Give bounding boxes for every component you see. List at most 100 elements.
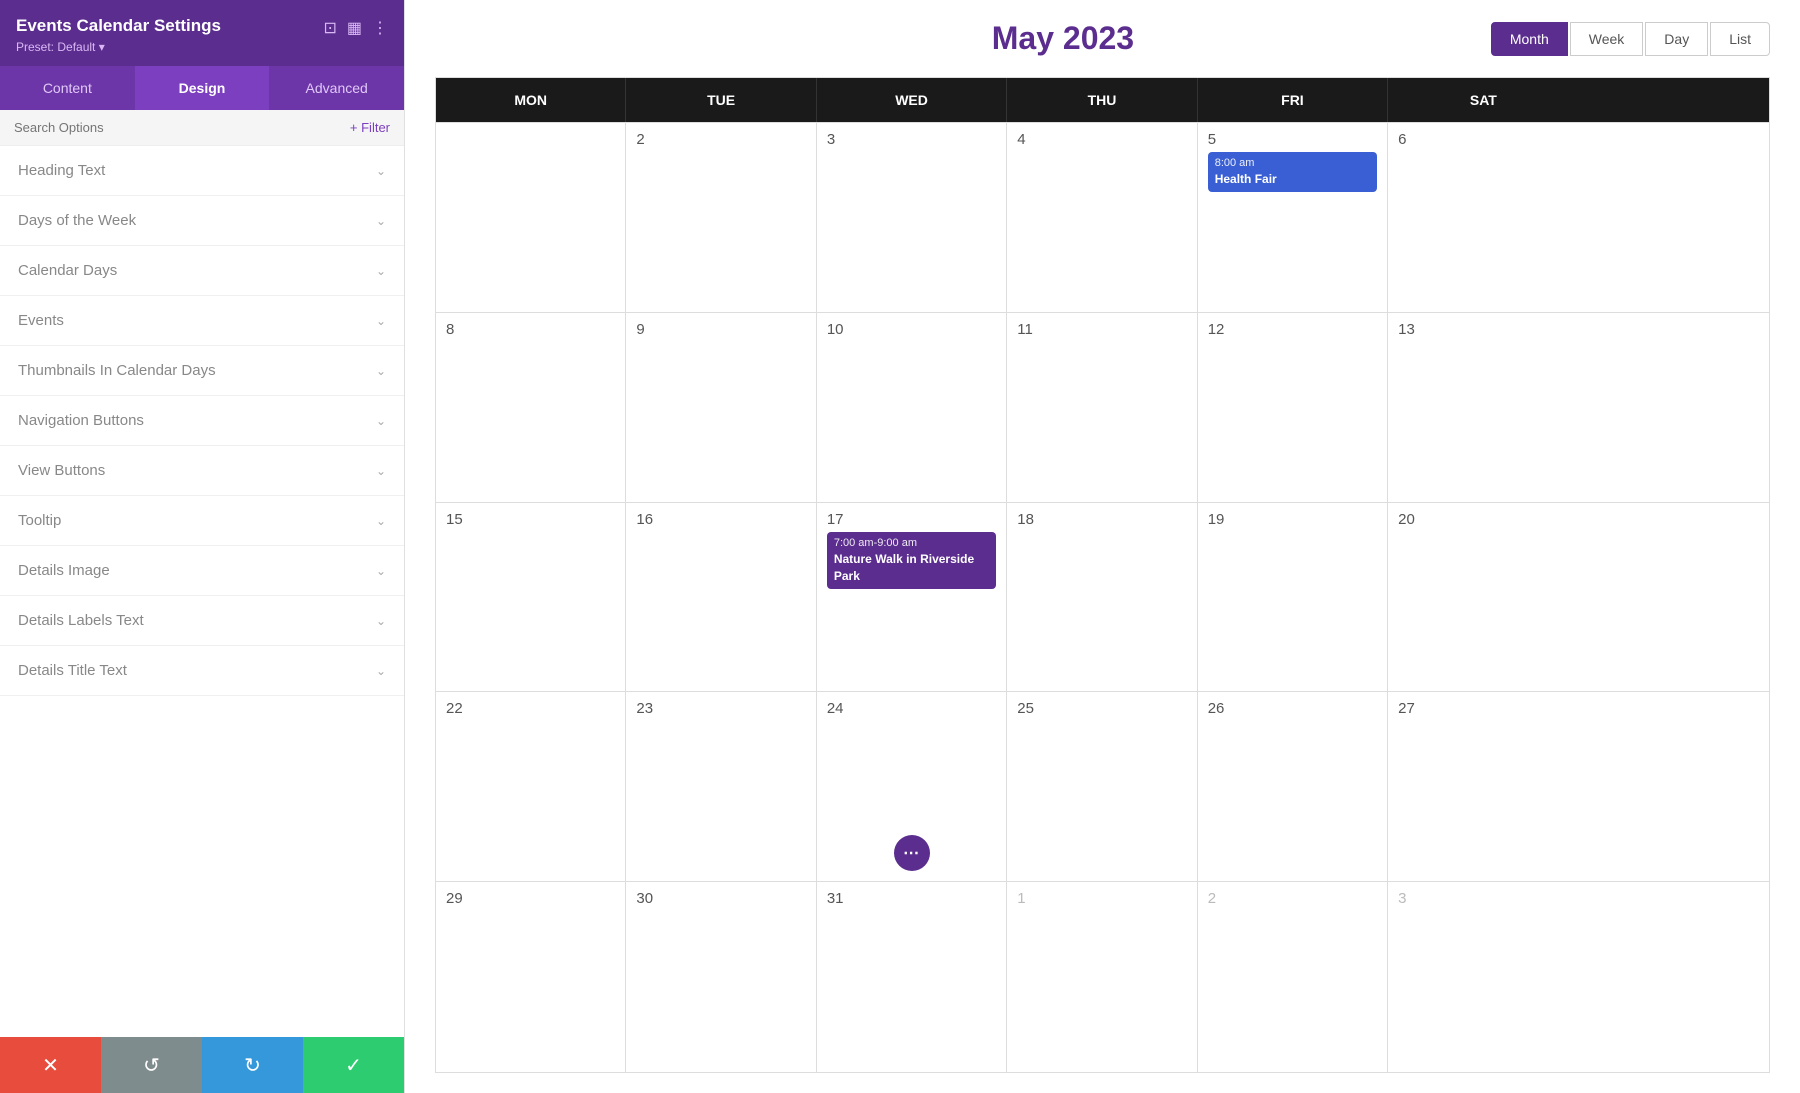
day-header-mon: MON bbox=[436, 78, 626, 122]
day-header-sat: SAT bbox=[1388, 78, 1578, 122]
calendar-cell: 31 bbox=[817, 882, 1007, 1072]
cell-date: 13 bbox=[1398, 321, 1568, 338]
cell-date: 2 bbox=[636, 131, 805, 148]
chevron-down-icon: ⌄ bbox=[376, 314, 386, 328]
undo-button[interactable]: ↺ bbox=[101, 1037, 202, 1093]
cell-date: 11 bbox=[1017, 321, 1186, 338]
sidebar-item-events[interactable]: Events ⌄ bbox=[0, 296, 404, 346]
cell-date: 31 bbox=[827, 890, 996, 907]
calendar-cell: 8 bbox=[436, 313, 626, 502]
calendar-row: 2 3 4 5 8:00 am Health Fair 6 bbox=[436, 123, 1769, 313]
cell-date: 15 bbox=[446, 511, 615, 528]
calendar-cell: 24 ⋯ bbox=[817, 692, 1007, 881]
calendar-cell: 22 bbox=[436, 692, 626, 881]
search-input[interactable] bbox=[14, 120, 350, 135]
calendar-cell: 29 bbox=[436, 882, 626, 1072]
sidebar-item-details-labels-text[interactable]: Details Labels Text ⌄ bbox=[0, 596, 404, 646]
tab-content[interactable]: Content bbox=[0, 66, 135, 110]
calendar-cell: 6 bbox=[1388, 123, 1578, 312]
event-title: Health Fair bbox=[1215, 171, 1370, 188]
cell-date: 16 bbox=[636, 511, 805, 528]
sidebar-item-label: Events bbox=[18, 312, 64, 329]
minimize-icon[interactable]: ⊡ bbox=[323, 18, 336, 38]
sidebar-preset[interactable]: Preset: Default ▾ bbox=[16, 40, 388, 54]
view-list-button[interactable]: List bbox=[1710, 22, 1770, 56]
calendar-row: 15 16 17 7:00 am-9:00 am Nature Walk in … bbox=[436, 503, 1769, 693]
tab-design[interactable]: Design bbox=[135, 66, 270, 110]
chevron-down-icon: ⌄ bbox=[376, 464, 386, 478]
calendar-title: May 2023 bbox=[635, 20, 1491, 57]
view-buttons: Month Week Day List bbox=[1491, 22, 1770, 56]
sidebar-item-label: Details Image bbox=[18, 562, 110, 579]
tab-advanced[interactable]: Advanced bbox=[269, 66, 404, 110]
calendar-cell: 30 bbox=[626, 882, 816, 1072]
event-nature-walk[interactable]: 7:00 am-9:00 am Nature Walk in Riverside… bbox=[827, 532, 996, 589]
sidebar-item-details-title-text[interactable]: Details Title Text ⌄ bbox=[0, 646, 404, 696]
cell-date: 17 bbox=[827, 511, 996, 528]
cell-date: 3 bbox=[1398, 890, 1568, 907]
calendar-cell bbox=[436, 123, 626, 312]
cell-date: 30 bbox=[636, 890, 805, 907]
calendar-grid: MON TUE WED THU FRI SAT 2 3 4 bbox=[435, 77, 1770, 1073]
calendar-row: 8 9 10 11 12 13 bbox=[436, 313, 1769, 503]
sidebar: Events Calendar Settings ⊡ ▦ ⋮ Preset: D… bbox=[0, 0, 405, 1093]
calendar-cell: 26 bbox=[1198, 692, 1388, 881]
view-month-button[interactable]: Month bbox=[1491, 22, 1568, 56]
sidebar-search: + Filter bbox=[0, 110, 404, 146]
cell-date: 3 bbox=[827, 131, 996, 148]
calendar-cell: 4 bbox=[1007, 123, 1197, 312]
cell-date: 26 bbox=[1208, 700, 1377, 717]
sidebar-item-label: Days of the Week bbox=[18, 212, 136, 229]
calendar-cell: 15 bbox=[436, 503, 626, 692]
layout-icon[interactable]: ▦ bbox=[347, 18, 362, 38]
sidebar-item-navigation-buttons[interactable]: Navigation Buttons ⌄ bbox=[0, 396, 404, 446]
sidebar-item-thumbnails[interactable]: Thumbnails In Calendar Days ⌄ bbox=[0, 346, 404, 396]
sidebar-item-heading-text[interactable]: Heading Text ⌄ bbox=[0, 146, 404, 196]
cancel-button[interactable]: ✕ bbox=[0, 1037, 101, 1093]
filter-button[interactable]: + Filter bbox=[350, 120, 390, 135]
cell-date: 6 bbox=[1398, 131, 1568, 148]
sidebar-item-details-image[interactable]: Details Image ⌄ bbox=[0, 546, 404, 596]
event-time: 8:00 am bbox=[1215, 156, 1370, 171]
sidebar-title: Events Calendar Settings bbox=[16, 16, 221, 36]
sidebar-item-label: Details Title Text bbox=[18, 662, 127, 679]
calendar-cell: 19 bbox=[1198, 503, 1388, 692]
sidebar-toolbar: ✕ ↺ ↻ ✓ bbox=[0, 1037, 404, 1093]
sidebar-header: Events Calendar Settings ⊡ ▦ ⋮ Preset: D… bbox=[0, 0, 404, 66]
cell-date: 25 bbox=[1017, 700, 1186, 717]
sidebar-item-tooltip[interactable]: Tooltip ⌄ bbox=[0, 496, 404, 546]
sidebar-item-label: Calendar Days bbox=[18, 262, 117, 279]
view-day-button[interactable]: Day bbox=[1645, 22, 1708, 56]
day-header-fri: FRI bbox=[1198, 78, 1388, 122]
sidebar-item-view-buttons[interactable]: View Buttons ⌄ bbox=[0, 446, 404, 496]
cell-date: 20 bbox=[1398, 511, 1568, 528]
sidebar-item-label: Details Labels Text bbox=[18, 612, 144, 629]
calendar-body: 2 3 4 5 8:00 am Health Fair 6 bbox=[436, 122, 1769, 1072]
calendar-cell: 25 bbox=[1007, 692, 1197, 881]
chevron-down-icon: ⌄ bbox=[376, 164, 386, 178]
cell-date: 23 bbox=[636, 700, 805, 717]
calendar-header: May 2023 Month Week Day List bbox=[435, 20, 1770, 57]
more-events-button[interactable]: ⋯ bbox=[894, 835, 930, 871]
event-health-fair[interactable]: 8:00 am Health Fair bbox=[1208, 152, 1377, 192]
cell-date: 1 bbox=[1017, 890, 1186, 907]
view-week-button[interactable]: Week bbox=[1570, 22, 1644, 56]
calendar-cell: 2 bbox=[1198, 882, 1388, 1072]
calendar-cell: 10 bbox=[817, 313, 1007, 502]
chevron-down-icon: ⌄ bbox=[376, 664, 386, 678]
calendar-cell: 3 bbox=[1388, 882, 1578, 1072]
calendar-row: 22 23 24 ⋯ 25 26 27 bbox=[436, 692, 1769, 882]
cell-date: 29 bbox=[446, 890, 615, 907]
sidebar-item-days-of-week[interactable]: Days of the Week ⌄ bbox=[0, 196, 404, 246]
calendar-cell: 20 bbox=[1388, 503, 1578, 692]
more-icon[interactable]: ⋮ bbox=[372, 18, 388, 38]
chevron-down-icon: ⌄ bbox=[376, 264, 386, 278]
calendar-days-header: MON TUE WED THU FRI SAT bbox=[436, 78, 1769, 122]
save-button[interactable]: ✓ bbox=[303, 1037, 404, 1093]
cell-date: 8 bbox=[446, 321, 615, 338]
sidebar-items: Heading Text ⌄ Days of the Week ⌄ Calend… bbox=[0, 146, 404, 1037]
calendar-cell: 23 bbox=[626, 692, 816, 881]
redo-button[interactable]: ↻ bbox=[202, 1037, 303, 1093]
cell-date: 10 bbox=[827, 321, 996, 338]
sidebar-item-calendar-days[interactable]: Calendar Days ⌄ bbox=[0, 246, 404, 296]
